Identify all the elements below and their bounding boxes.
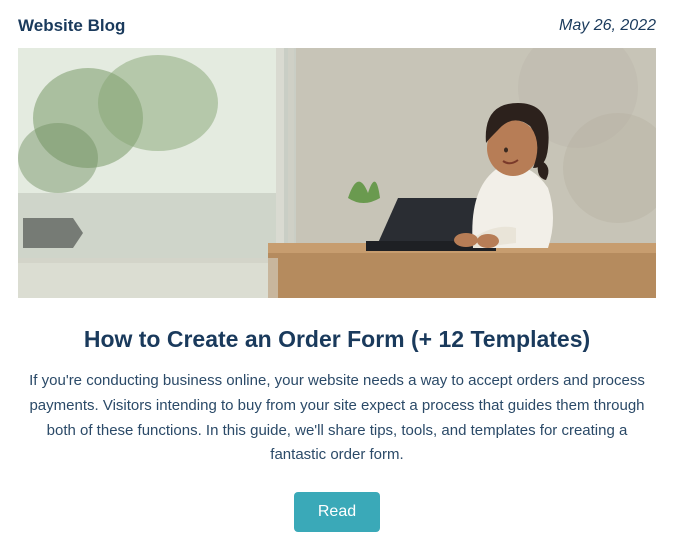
brand-title: Website Blog	[18, 16, 125, 36]
publish-date: May 26, 2022	[559, 17, 656, 35]
article-content: How to Create an Order Form (+ 12 Templa…	[18, 298, 656, 532]
article-excerpt: If you're conducting business online, yo…	[26, 369, 648, 468]
read-button[interactable]: Read	[294, 492, 380, 532]
article-title: How to Create an Order Form (+ 12 Templa…	[26, 326, 648, 353]
hero-image	[18, 48, 656, 298]
hero-illustration	[18, 48, 656, 298]
header: Website Blog May 26, 2022	[18, 10, 656, 48]
